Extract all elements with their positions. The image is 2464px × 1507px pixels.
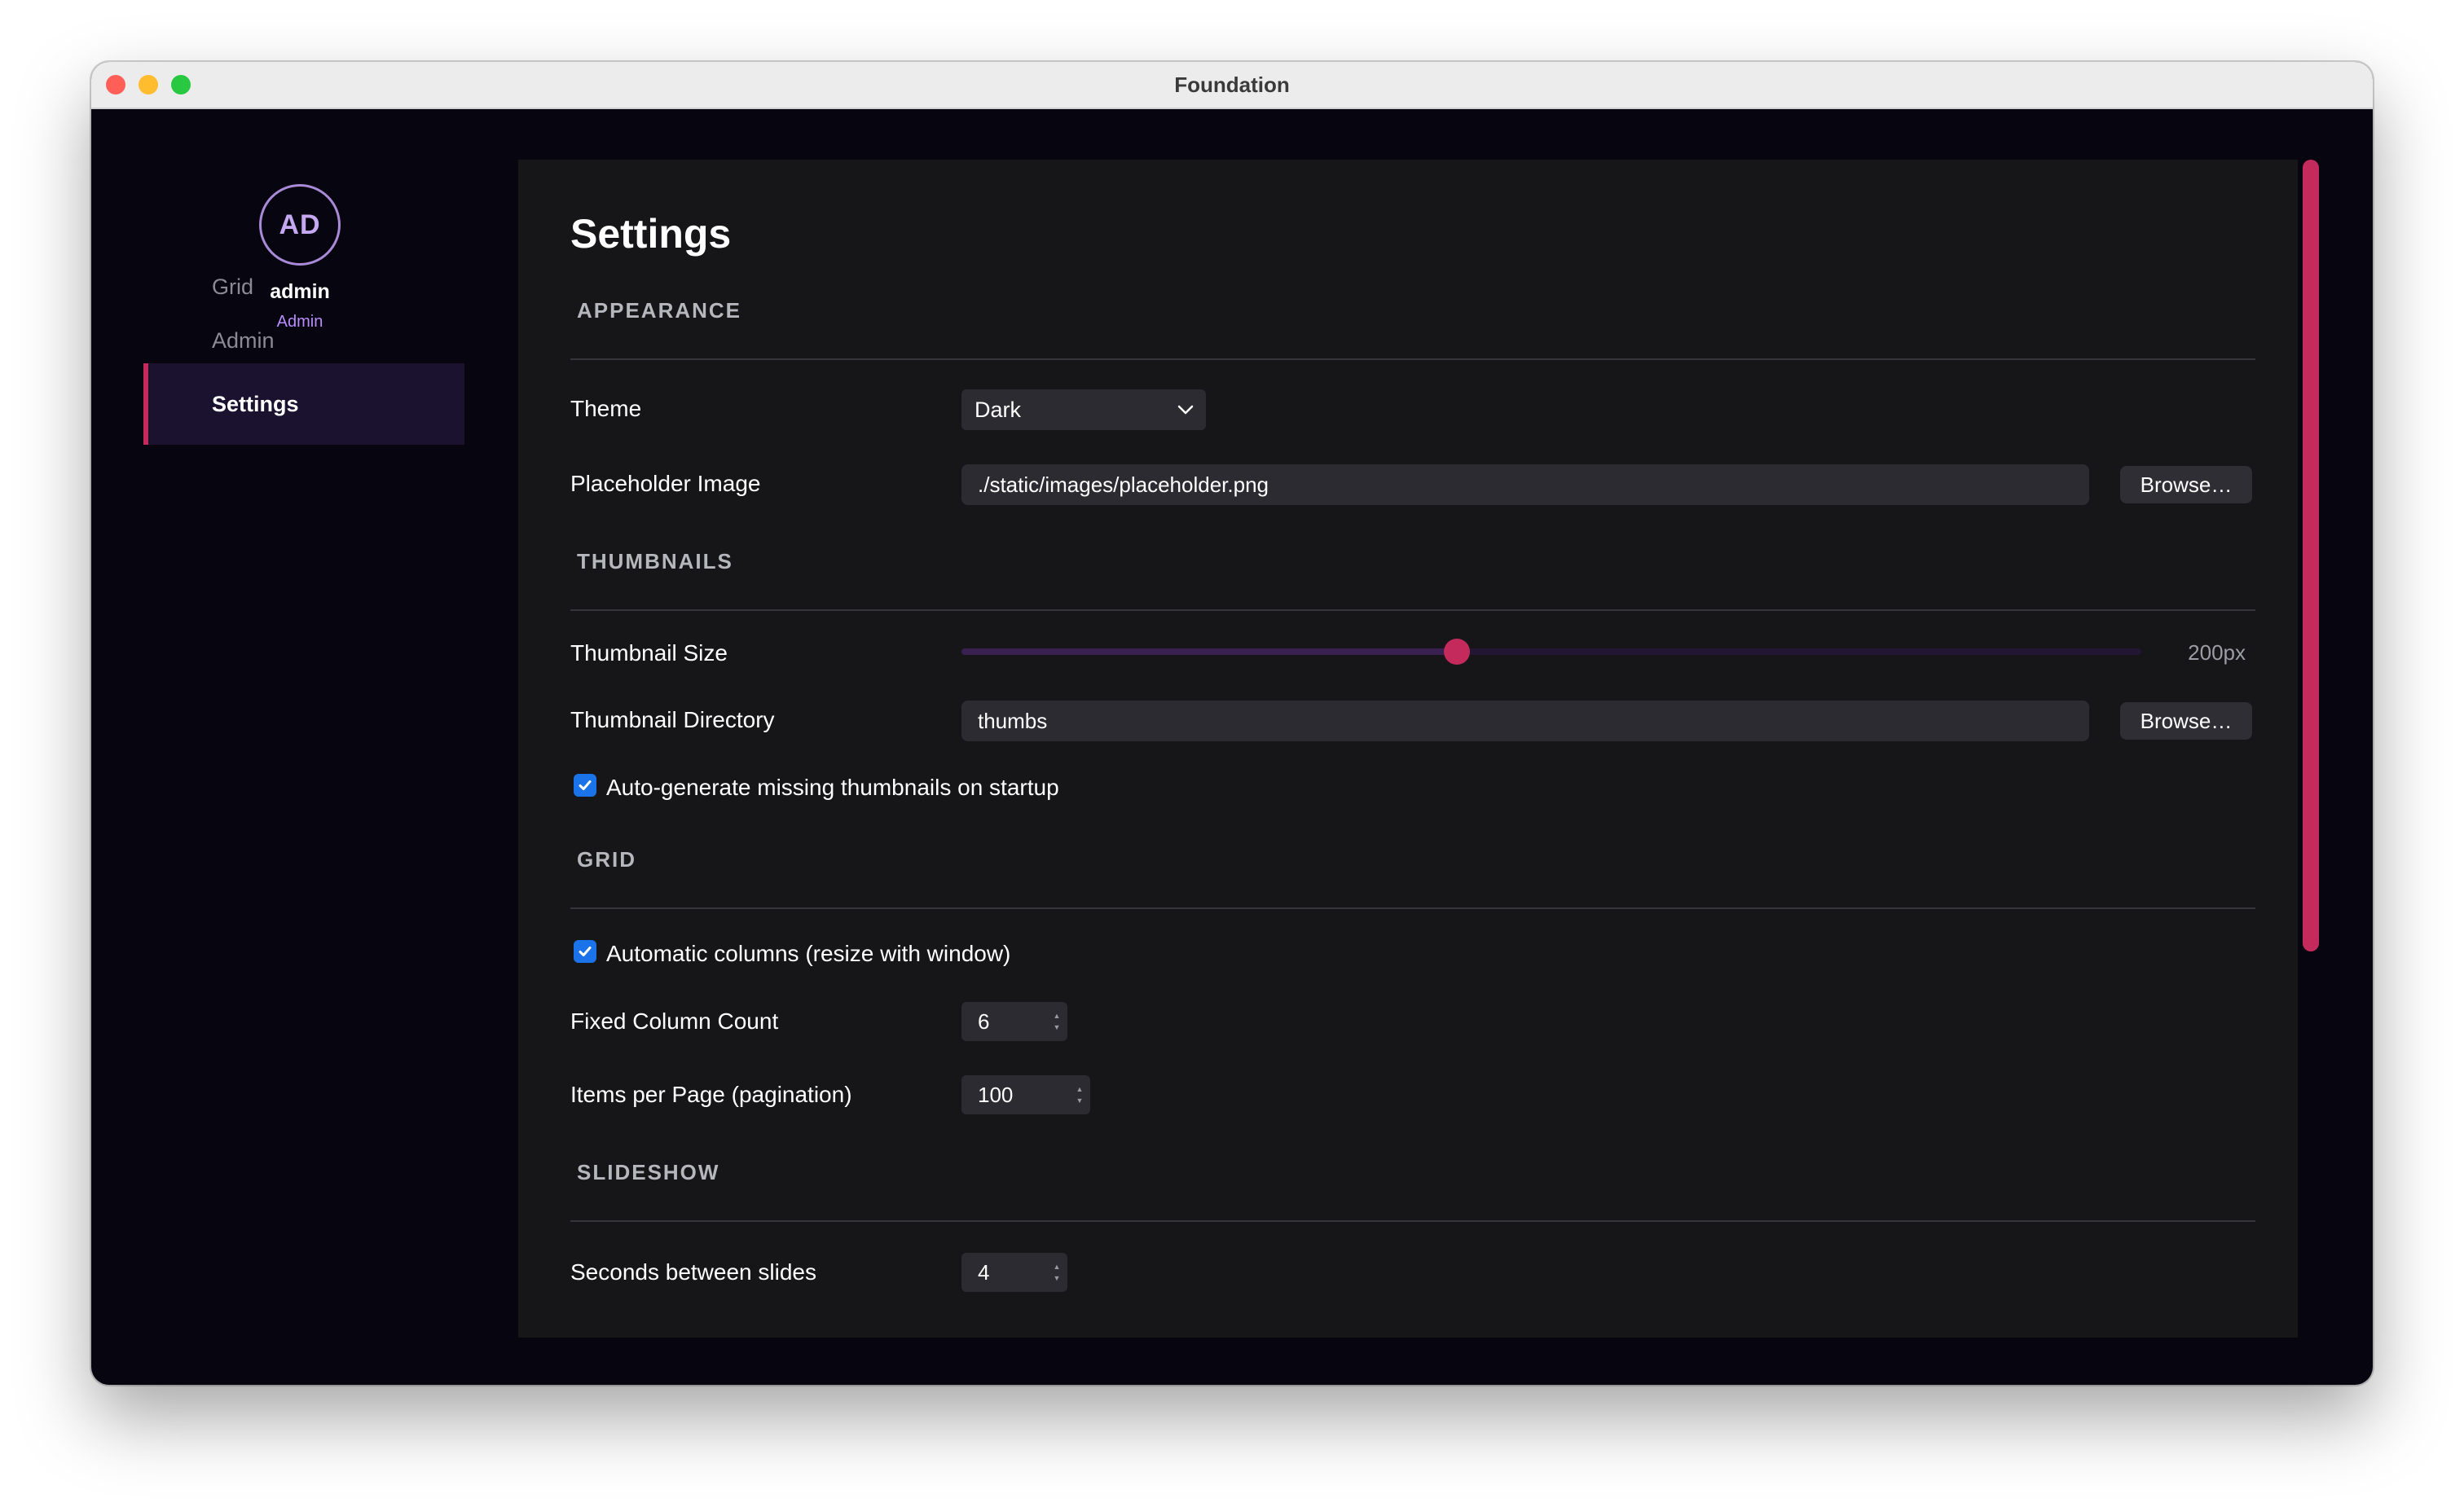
- sidebar: AD admin Admin Grid Admin Settings: [91, 109, 521, 1385]
- theme-select-value: Dark: [975, 397, 1022, 422]
- section-heading-grid: GRID: [577, 847, 636, 872]
- fixed-column-count-label: Fixed Column Count: [570, 1008, 779, 1034]
- window-title: Foundation: [1174, 72, 1290, 97]
- title-bar: Foundation: [91, 62, 2373, 109]
- stepper-arrows-icon[interactable]: ▲ ▼: [1051, 1256, 1063, 1289]
- page-title: Settings: [570, 211, 732, 257]
- items-per-page-stepper[interactable]: 100 ▲ ▼: [961, 1075, 1090, 1114]
- seconds-between-slides-value: 4: [978, 1259, 990, 1285]
- thumbnail-directory-input[interactable]: thumbs: [961, 701, 2089, 741]
- scrollbar-thumb[interactable]: [2303, 160, 2319, 951]
- stepper-arrows-icon[interactable]: ▲ ▼: [1051, 1005, 1063, 1038]
- items-per-page-value: 100: [978, 1082, 1014, 1107]
- section-heading-appearance: APPEARANCE: [577, 298, 742, 323]
- thumbnail-directory-label: Thumbnail Directory: [570, 707, 775, 732]
- thumbnail-size-slider-fill: [961, 648, 1458, 655]
- seconds-between-slides-label: Seconds between slides: [570, 1259, 816, 1285]
- placeholder-browse-button[interactable]: Browse…: [2120, 466, 2252, 503]
- checkmark-icon: [579, 780, 592, 790]
- app-window: Foundation AD admin Admin Grid Admin Set…: [91, 62, 2373, 1385]
- section-heading-slideshow: SLIDESHOW: [577, 1160, 720, 1184]
- autogen-thumbnails-checkbox[interactable]: [574, 774, 596, 797]
- fixed-column-count-stepper[interactable]: 6 ▲ ▼: [961, 1002, 1067, 1041]
- section-divider: [570, 358, 2255, 360]
- thumbnail-size-value: 200px: [2188, 640, 2246, 665]
- placeholder-image-input[interactable]: ./static/images/placeholder.png: [961, 464, 2089, 505]
- section-divider: [570, 1220, 2255, 1222]
- stepper-arrows-icon[interactable]: ▲ ▼: [1074, 1079, 1085, 1111]
- thumbnail-size-slider-handle[interactable]: [1444, 639, 1471, 665]
- auto-columns-label[interactable]: Automatic columns (resize with window): [606, 941, 1010, 967]
- section-divider: [570, 609, 2255, 611]
- seconds-between-slides-stepper[interactable]: 4 ▲ ▼: [961, 1253, 1067, 1292]
- theme-select[interactable]: Dark: [961, 389, 1206, 430]
- thumbnail-size-label: Thumbnail Size: [570, 640, 728, 666]
- placeholder-image-label: Placeholder Image: [570, 471, 761, 496]
- settings-panel: Settings APPEARANCE Theme Dark Placehold…: [518, 160, 2298, 1338]
- thumbnail-directory-browse-button[interactable]: Browse…: [2120, 702, 2252, 740]
- sidebar-item-settings[interactable]: Settings: [143, 363, 464, 445]
- checkmark-icon: [579, 947, 592, 956]
- autogen-thumbnails-label[interactable]: Auto-generate missing thumbnails on star…: [606, 775, 1059, 801]
- section-divider: [570, 907, 2255, 909]
- section-heading-thumbnails: THUMBNAILS: [577, 549, 733, 573]
- fixed-column-count-value: 6: [978, 1008, 990, 1034]
- theme-label: Theme: [570, 396, 642, 421]
- chevron-down-icon: [1177, 405, 1194, 415]
- items-per-page-label: Items per Page (pagination): [570, 1082, 852, 1107]
- auto-columns-checkbox[interactable]: [574, 940, 596, 963]
